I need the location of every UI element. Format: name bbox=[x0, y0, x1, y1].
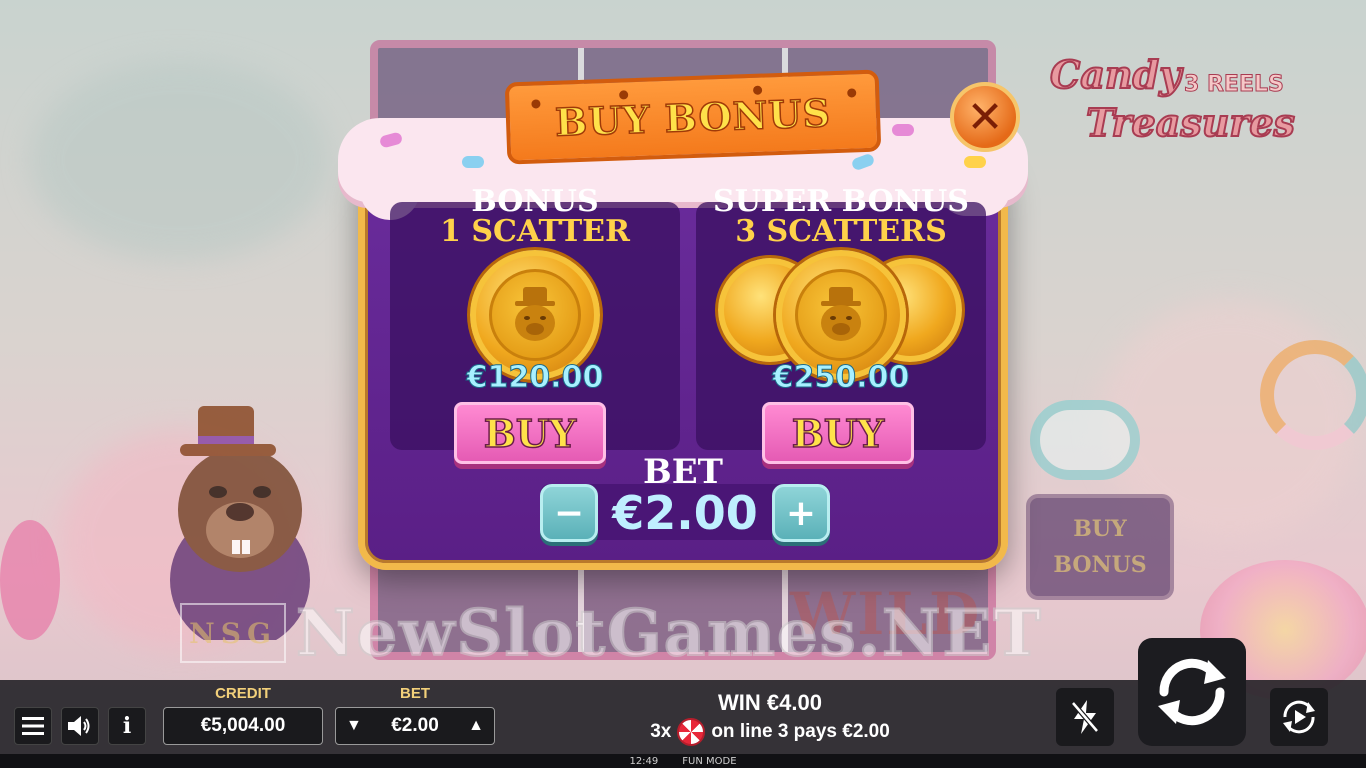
sprinkle bbox=[964, 156, 986, 168]
dialog-bet-value: €2.00 bbox=[612, 486, 758, 540]
candy-ball bbox=[0, 520, 60, 640]
logo-treasures: Treasures bbox=[1085, 99, 1296, 146]
side-buy-bonus-button[interactable]: BUY BONUS bbox=[1026, 494, 1174, 600]
sprinkle bbox=[892, 124, 914, 136]
beaver-coin-face bbox=[489, 269, 581, 361]
dialog-title: BUY BONUS bbox=[554, 89, 833, 145]
plank-hole bbox=[531, 99, 541, 109]
clock-time: 12:49 bbox=[629, 755, 659, 767]
speaker-icon bbox=[68, 716, 90, 736]
menu-button[interactable] bbox=[14, 707, 52, 745]
side-buy-bonus-label-line1: BUY bbox=[1073, 516, 1127, 542]
beaver-face-icon bbox=[821, 287, 861, 341]
sprinkle bbox=[462, 156, 484, 168]
lollipop-icon bbox=[677, 718, 706, 746]
dialog-title-plank: BUY BONUS bbox=[504, 69, 882, 165]
bet-value: €2.00 bbox=[391, 715, 439, 736]
bet-label: BET bbox=[400, 685, 430, 702]
bonus-option-subtitle: 1 SCATTER bbox=[440, 214, 630, 249]
bet-up-arrow-icon[interactable]: ▲ bbox=[468, 717, 484, 735]
watermark-badge: NSG bbox=[180, 603, 286, 663]
plank-hole bbox=[847, 88, 857, 98]
beaver-face-icon bbox=[515, 287, 555, 341]
beaver-coin-face bbox=[795, 269, 887, 361]
bet-decrease-button[interactable]: − bbox=[540, 484, 598, 542]
logo-reels: 3 REELS bbox=[1183, 72, 1284, 98]
turbo-off-icon bbox=[1070, 700, 1100, 734]
buy-super-bonus-button[interactable]: BUY bbox=[762, 402, 914, 464]
close-button[interactable]: ✕ bbox=[950, 82, 1020, 152]
bet-down-arrow-icon[interactable]: ▼ bbox=[346, 717, 362, 735]
bonus-price: €120.00 bbox=[466, 360, 604, 396]
logo-candy: Candy bbox=[1049, 51, 1182, 98]
watermark-text: NewSlotGames.NET bbox=[295, 595, 1043, 672]
bet-increase-button[interactable]: + bbox=[772, 484, 830, 542]
close-icon: ✕ bbox=[966, 91, 1004, 143]
super-bonus-option-title: SUPER BONUS bbox=[713, 184, 969, 219]
logo-number: 3 bbox=[1183, 72, 1200, 98]
background-cloud bbox=[30, 60, 330, 260]
bonus-option-title: BONUS bbox=[471, 184, 599, 219]
credit-label: CREDIT bbox=[215, 685, 271, 702]
minus-icon: − bbox=[553, 492, 585, 534]
hamburger-menu-icon bbox=[22, 717, 44, 735]
pay-line-text: on line 3 pays €2.00 bbox=[711, 721, 890, 742]
game-logo: Candy 3 REELS Treasures bbox=[1046, 51, 1316, 152]
autoplay-button[interactable] bbox=[1270, 688, 1328, 746]
buy-bonus-button[interactable]: BUY bbox=[454, 402, 606, 464]
info-icon: i bbox=[122, 713, 132, 739]
credit-value: €5,004.00 bbox=[163, 707, 323, 745]
spin-button[interactable] bbox=[1138, 638, 1246, 746]
marshmallow bbox=[1030, 400, 1140, 480]
sound-button[interactable] bbox=[61, 707, 99, 745]
plus-icon: + bbox=[785, 492, 817, 534]
autoplay-icon bbox=[1283, 700, 1315, 734]
super-bonus-price: €250.00 bbox=[772, 360, 910, 396]
pay-symbol-count: 3x bbox=[650, 721, 672, 742]
game-mode: FUN MODE bbox=[682, 755, 737, 767]
bet-selector: ▼ €2.00 ▲ bbox=[335, 707, 495, 745]
side-buy-bonus-label-line2: BONUS bbox=[1053, 552, 1147, 578]
logo-reels-label: REELS bbox=[1206, 72, 1284, 98]
turbo-button[interactable] bbox=[1056, 688, 1114, 746]
watermark: NSG NewSlotGames.NET bbox=[180, 595, 1043, 672]
candy-swirl bbox=[1260, 340, 1366, 450]
spin-icon bbox=[1158, 658, 1226, 726]
info-button[interactable]: i bbox=[108, 707, 146, 745]
footer-strip: 12:49 FUN MODE bbox=[0, 754, 1366, 768]
pay-line-info: 3x on line 3 pays €2.00 bbox=[560, 718, 980, 746]
super-bonus-option-subtitle: 3 SCATTERS bbox=[735, 214, 947, 249]
win-amount: WIN €4.00 bbox=[718, 690, 822, 715]
